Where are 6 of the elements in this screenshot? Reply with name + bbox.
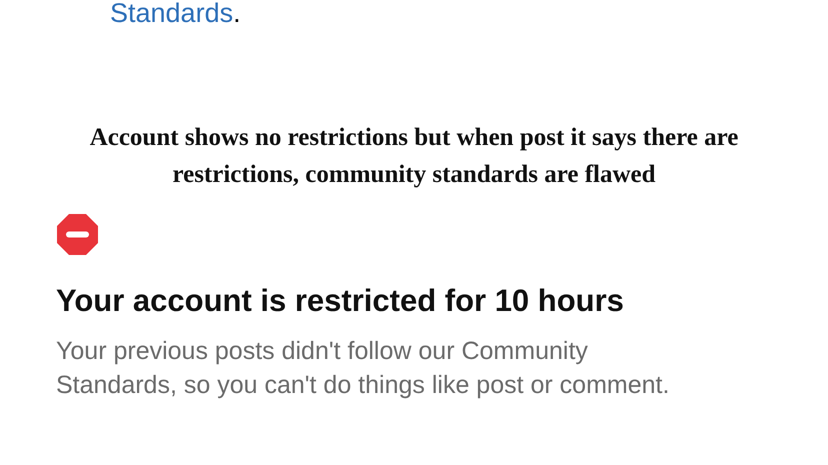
notice-message: Your previous posts didn't follow our Community Standards, so you can't do things like post or comment.: [56, 336, 670, 401]
caption-text: Account shows no restrictions but when post it says there are restrictions, community standards are flawed: [88, 123, 740, 190]
notice-title: Your account is restricted for 10 hours: [56, 282, 625, 320]
standards-link[interactable]: Standards: [110, 0, 234, 28]
restricted-icon: [56, 213, 99, 256]
body-text: Standards.: [110, 0, 242, 27]
